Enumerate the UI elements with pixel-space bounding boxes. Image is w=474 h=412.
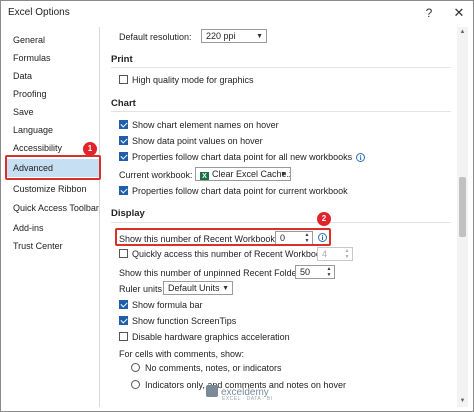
unpinned-folders-value: 50 xyxy=(300,267,311,277)
show-screentips-checkbox[interactable] xyxy=(119,316,128,325)
section-divider xyxy=(111,222,451,223)
sidebar-item-trust-center[interactable]: Trust Center xyxy=(5,237,99,255)
properties-all-option[interactable]: Properties follow chart data point for a… xyxy=(119,151,366,165)
properties-all-label: Properties follow chart data point for a… xyxy=(132,152,353,162)
chevron-down-icon: ▼ xyxy=(222,285,229,292)
exceldemy-logo-icon xyxy=(206,385,218,397)
show-screentips-option[interactable]: Show function ScreenTips xyxy=(119,315,236,329)
ruler-units-value: Default Units xyxy=(168,283,220,293)
recent-workbooks-highlight-box xyxy=(115,228,331,246)
comments-label: For cells with comments, show: xyxy=(119,349,245,359)
sidebar-item-add-ins[interactable]: Add-ins xyxy=(5,219,99,237)
no-comments-radio[interactable] xyxy=(131,363,140,372)
step-badge-2: 2 xyxy=(317,212,331,226)
properties-current-option[interactable]: Properties follow chart data point for c… xyxy=(119,185,348,199)
print-section-title: Print xyxy=(111,54,133,65)
properties-current-label: Properties follow chart data point for c… xyxy=(132,186,348,196)
title-bar: Excel Options ? ✕ xyxy=(1,1,473,25)
current-workbook-label: Current workbook: xyxy=(119,170,193,180)
step-badge-1: 1 xyxy=(83,142,97,156)
quick-access-value: 4 xyxy=(322,249,328,259)
show-point-values-checkbox[interactable] xyxy=(119,136,128,145)
sidebar-item-quick-access-toolbar[interactable]: Quick Access Toolbar xyxy=(5,199,99,217)
window-title: Excel Options xyxy=(8,7,70,18)
section-divider xyxy=(111,67,451,68)
chevron-down-icon: ▼ xyxy=(256,33,263,40)
default-resolution-dropdown[interactable]: 220 ppi ▼ xyxy=(201,29,267,43)
properties-current-checkbox[interactable] xyxy=(119,186,128,195)
show-element-names-checkbox[interactable] xyxy=(119,120,128,129)
quick-access-label: Quickly access this number of Recent Wor… xyxy=(132,249,333,259)
advanced-highlight-box xyxy=(5,155,101,180)
show-formula-bar-label: Show formula bar xyxy=(132,300,203,310)
unpinned-folders-label: Show this number of unpinned Recent Fold… xyxy=(119,268,307,278)
options-sidebar: General Formulas Data Proofing Save Lang… xyxy=(5,27,100,407)
chevron-down-icon: ▼ xyxy=(280,171,287,178)
spinner-arrows-icon: ▲ ▼ xyxy=(344,248,350,260)
no-comments-option[interactable]: No comments, notes, or indicators xyxy=(131,362,282,376)
quick-access-spinner: 4 ▲ ▼ xyxy=(317,247,353,261)
sidebar-item-formulas[interactable]: Formulas xyxy=(5,49,99,67)
advanced-options-panel: Default resolution: 220 ppi ▼ Print High… xyxy=(101,27,455,407)
disable-hw-accel-label: Disable hardware graphics acceleration xyxy=(132,332,290,342)
default-resolution-label: Default resolution: xyxy=(119,32,192,42)
sidebar-item-customize-ribbon[interactable]: Customize Ribbon xyxy=(5,180,99,198)
current-workbook-dropdown[interactable]: XClear Excel Cache.x... ▼ xyxy=(195,167,291,181)
disable-hw-accel-option[interactable]: Disable hardware graphics acceleration xyxy=(119,331,290,345)
show-screentips-label: Show function ScreenTips xyxy=(132,316,237,326)
no-comments-label: No comments, notes, or indicators xyxy=(145,363,282,373)
exceldemy-watermark: exceldemy EXCEL · DATA · BI xyxy=(206,385,273,402)
properties-all-checkbox[interactable] xyxy=(119,152,128,161)
excel-options-dialog: Excel Options ? ✕ General Formulas Data … xyxy=(0,0,474,412)
ruler-units-label: Ruler units xyxy=(119,284,163,294)
sidebar-item-general[interactable]: General xyxy=(5,31,99,49)
show-point-values-label: Show data point values on hover xyxy=(132,136,263,146)
show-formula-bar-checkbox[interactable] xyxy=(119,300,128,309)
sidebar-item-data[interactable]: Data xyxy=(5,67,99,85)
scroll-up-icon[interactable]: ▲ xyxy=(457,27,468,38)
quick-access-option[interactable]: Quickly access this number of Recent Wor… xyxy=(119,248,332,262)
show-element-names-option[interactable]: Show chart element names on hover xyxy=(119,119,279,133)
scroll-down-icon[interactable]: ▼ xyxy=(457,396,468,407)
spinner-arrows-icon[interactable]: ▲ ▼ xyxy=(325,266,333,278)
unpinned-folders-spinner[interactable]: 50 ▲ ▼ xyxy=(295,265,335,279)
chart-section-title: Chart xyxy=(111,98,136,109)
high-quality-option[interactable]: High quality mode for graphics xyxy=(119,74,254,88)
high-quality-label: High quality mode for graphics xyxy=(132,75,254,85)
display-section-title: Display xyxy=(111,208,145,219)
info-icon: i xyxy=(356,153,366,162)
sidebar-item-proofing[interactable]: Proofing xyxy=(5,85,99,103)
high-quality-checkbox[interactable] xyxy=(119,75,128,84)
close-button[interactable]: ✕ xyxy=(449,4,469,22)
show-formula-bar-option[interactable]: Show formula bar xyxy=(119,299,203,313)
sidebar-item-language[interactable]: Language xyxy=(5,121,99,139)
default-resolution-value: 220 ppi xyxy=(206,31,236,41)
sidebar-item-save[interactable]: Save xyxy=(5,103,99,121)
indicators-only-radio[interactable] xyxy=(131,380,140,389)
show-element-names-label: Show chart element names on hover xyxy=(132,120,279,130)
scrollbar-thumb[interactable] xyxy=(459,177,466,237)
disable-hw-accel-checkbox[interactable] xyxy=(119,332,128,341)
quick-access-checkbox[interactable] xyxy=(119,249,128,258)
ruler-units-dropdown[interactable]: Default Units ▼ xyxy=(163,281,233,295)
excel-file-icon: X xyxy=(200,172,209,180)
show-point-values-option[interactable]: Show data point values on hover xyxy=(119,135,263,149)
watermark-tagline: EXCEL · DATA · BI xyxy=(222,396,273,402)
content-scrollbar[interactable]: ▲ ▼ xyxy=(457,27,468,407)
help-button[interactable]: ? xyxy=(419,4,439,22)
section-divider xyxy=(111,111,451,112)
